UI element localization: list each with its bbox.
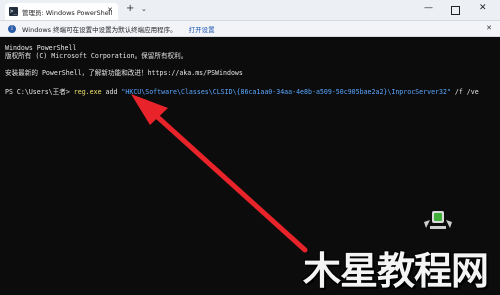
tab-close-icon[interactable]: ✕ xyxy=(107,6,113,14)
command-line: PS C:\Users\王者> reg.exe add "HKCU\Softwa… xyxy=(5,88,479,96)
command-flags: /f /ve xyxy=(450,88,479,96)
info-close-icon[interactable]: ✕ xyxy=(486,24,492,32)
watermark-text: 木星教程网 xyxy=(303,249,489,293)
banner-line: Windows PowerShell xyxy=(5,44,77,52)
tab-title: 管理员: Windows PowerShell xyxy=(22,8,113,17)
watermark-logo xyxy=(424,211,452,229)
command-verb: add xyxy=(101,88,122,96)
tab-dropdown-icon[interactable]: ⌄ xyxy=(141,5,147,13)
maximize-button[interactable] xyxy=(451,6,460,15)
command-name: reg.exe xyxy=(73,88,102,96)
prompt: PS C:\Users\王者> xyxy=(5,88,74,96)
info-icon: i xyxy=(8,24,16,33)
info-bar: i Windows 终端可在设置中设置为默认终端应用程序。 打开设置 ✕ xyxy=(0,21,500,37)
title-bar: >_ 管理员: Windows PowerShell ✕ + ⌄ — ✕ xyxy=(0,0,500,21)
upgrade-hint-line: 安装最新的 PowerShell，了解新功能和改进！https://aka.ms… xyxy=(5,69,243,77)
minimize-button[interactable]: — xyxy=(424,3,433,13)
copyright-line: 版权所有 (C) Microsoft Corporation。保留所有权利。 xyxy=(5,52,188,60)
close-window-button[interactable]: ✕ xyxy=(479,3,487,13)
powershell-icon: >_ xyxy=(9,7,18,16)
open-settings-link[interactable]: 打开设置 xyxy=(189,24,215,34)
info-message: Windows 终端可在设置中设置为默认终端应用程序。 xyxy=(22,25,177,34)
tab-powershell[interactable]: >_ 管理员: Windows PowerShell ✕ xyxy=(5,3,118,20)
registry-key-path: "HKCU\Software\Classes\CLSID\{86ca1aa0-3… xyxy=(121,88,451,96)
new-tab-button[interactable]: + xyxy=(126,4,134,14)
